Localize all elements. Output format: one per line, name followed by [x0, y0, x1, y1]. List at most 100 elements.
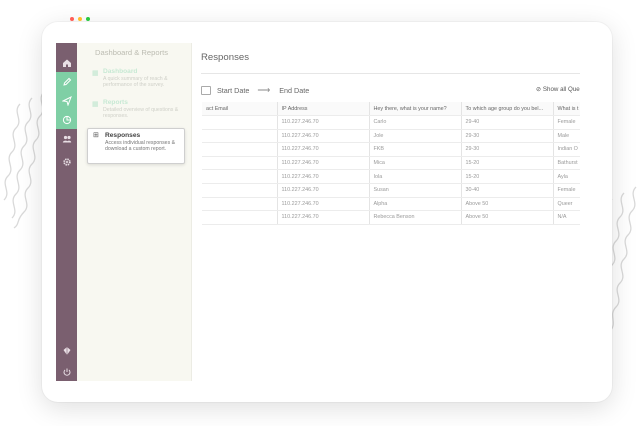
cell-what: Queer [552, 197, 580, 212]
calendar-icon [201, 86, 211, 95]
cell-name: Susan [368, 183, 461, 198]
table-header-row: act Email IP Address Hey there, what is … [202, 102, 580, 116]
cell-name: Carlo [368, 115, 461, 130]
title-divider [201, 73, 580, 74]
subnav-reports[interactable]: ▦ Reports Detailed overview of questions… [89, 99, 189, 121]
table-row[interactable]: 110.227.246.70 Mica 15-20 Bathurst [202, 156, 580, 171]
maximize-dot[interactable] [86, 17, 90, 21]
app-screen: Dashboard & Reports ▦ Dashboard A quick … [56, 43, 580, 381]
cell-ip: 110.227.246.70 [276, 210, 369, 225]
cell-ip: 110.227.246.70 [276, 183, 369, 198]
cell-ip: 110.227.246.70 [276, 129, 369, 144]
close-dot[interactable] [70, 17, 74, 21]
cell-age: 15-20 [460, 169, 553, 184]
subnav-reports-label: Reports [103, 99, 128, 106]
cell-what: N/A [552, 210, 580, 225]
cell-what: Indian O [552, 142, 580, 157]
cell-email [202, 197, 277, 212]
cell-age: Above 50 [460, 210, 553, 225]
pen-icon [62, 77, 71, 86]
subnav-dashboard[interactable]: ▦ Dashboard A quick summary of reach & p… [89, 68, 189, 90]
minimize-dot[interactable] [78, 17, 82, 21]
home-icon [62, 59, 71, 67]
cell-name: Alpha [368, 197, 461, 212]
cell-email [202, 169, 277, 184]
subnav-responses[interactable]: ⊞ Responses Access individual responses … [87, 128, 185, 164]
col-name-header[interactable]: Hey there, what is your name? [368, 102, 461, 116]
cell-age: 15-20 [460, 156, 553, 171]
cell-ip: 110.227.246.70 [276, 197, 369, 212]
cell-name: Jole [368, 129, 461, 144]
table-row[interactable]: 110.227.246.70 Alpha Above 50 Queer [202, 197, 580, 212]
col-email-header[interactable]: act Email [202, 102, 277, 116]
nav-logo[interactable] [56, 341, 77, 360]
nav-settings[interactable] [56, 152, 77, 171]
show-all-questions-toggle[interactable]: ⊘ Show all Que [536, 86, 580, 93]
start-date[interactable]: Start Date [217, 86, 249, 95]
cell-age: 29-30 [460, 129, 553, 144]
cell-email [202, 156, 277, 171]
users-icon [62, 135, 71, 142]
end-date[interactable]: End Date [279, 86, 309, 95]
cell-age: Above 50 [460, 197, 553, 212]
icon-rail [56, 43, 77, 381]
cell-name: FKB [368, 142, 461, 157]
arrow-right-icon: ⟶ [257, 85, 271, 95]
page-title: Responses [201, 52, 249, 63]
cell-name: Rebecca Benson [368, 210, 461, 225]
cell-name: Mica [368, 156, 461, 171]
send-icon [61, 95, 72, 106]
cell-age: 30-40 [460, 183, 553, 198]
logo-icon [63, 346, 70, 355]
table-row[interactable]: 110.227.246.70 Iola 15-20 Ayla [202, 169, 580, 184]
responses-icon: ⊞ [93, 132, 99, 139]
col-ip-header[interactable]: IP Address [276, 102, 369, 116]
table-row[interactable]: 110.227.246.70 FKB 29-30 Indian O [202, 142, 580, 157]
table-row[interactable]: 110.227.246.70 Rebecca Benson Above 50 N/A [202, 210, 580, 225]
cell-ip: 110.227.246.70 [276, 169, 369, 184]
cell-ip: 110.227.246.70 [276, 142, 369, 157]
date-range-filter[interactable]: Start Date ⟶ End Date [201, 86, 309, 95]
table-row[interactable]: 110.227.246.70 Jole 29-30 Male [202, 129, 580, 144]
subnav-dashboard-label: Dashboard [103, 68, 138, 75]
nav-distribute[interactable] [56, 91, 77, 110]
col-what-header[interactable]: What is t [552, 102, 580, 116]
show-all-label: Show all Que [542, 86, 580, 93]
panel-title: Dashboard & Reports [95, 48, 169, 57]
subnav-dashboard-desc: A quick summary of reach & performance o… [103, 76, 168, 89]
cell-email [202, 210, 277, 225]
gear-icon [62, 157, 71, 166]
dashboard-reports-panel: Dashboard & Reports ▦ Dashboard A quick … [77, 43, 192, 381]
nav-users[interactable] [56, 129, 77, 148]
cell-name: Iola [368, 169, 461, 184]
window-controls [70, 17, 90, 21]
nav-home[interactable] [56, 53, 77, 72]
table-row[interactable]: 110.227.246.70 Susan 30-40 Female [202, 183, 580, 198]
table-row[interactable]: 110.227.246.70 Carlo 29-40 Female [202, 115, 580, 130]
cell-ip: 110.227.246.70 [276, 115, 369, 130]
cell-what: Bathurst [552, 156, 580, 171]
chart-icon [62, 115, 71, 124]
reports-icon: ▦ [92, 101, 99, 108]
responses-main: Responses Start Date ⟶ End Date ⊘ Show a… [192, 43, 580, 381]
subnav-reports-desc: Detailed overview of questions & respons… [103, 107, 179, 120]
cell-what: Female [552, 183, 580, 198]
cell-what: Ayla [552, 169, 580, 184]
cell-what: Female [552, 115, 580, 130]
cell-age: 29-30 [460, 142, 553, 157]
cell-email [202, 115, 277, 130]
subnav-responses-label: Responses [105, 132, 141, 139]
nav-build[interactable] [56, 72, 77, 91]
subnav-responses-desc: Access individual responses & download a… [105, 140, 176, 153]
responses-table: act Email IP Address Hey there, what is … [202, 102, 580, 225]
cell-what: Male [552, 129, 580, 144]
left-wave-decoration [3, 91, 45, 229]
cell-email [202, 183, 277, 198]
cell-ip: 110.227.246.70 [276, 156, 369, 171]
power-icon [63, 368, 70, 376]
nav-logout[interactable] [56, 362, 77, 381]
eye-slash-icon: ⊘ [536, 86, 542, 93]
col-age-header[interactable]: To which age group do you bel... [460, 102, 553, 116]
cell-email [202, 129, 277, 144]
nav-analyze[interactable] [56, 110, 77, 129]
